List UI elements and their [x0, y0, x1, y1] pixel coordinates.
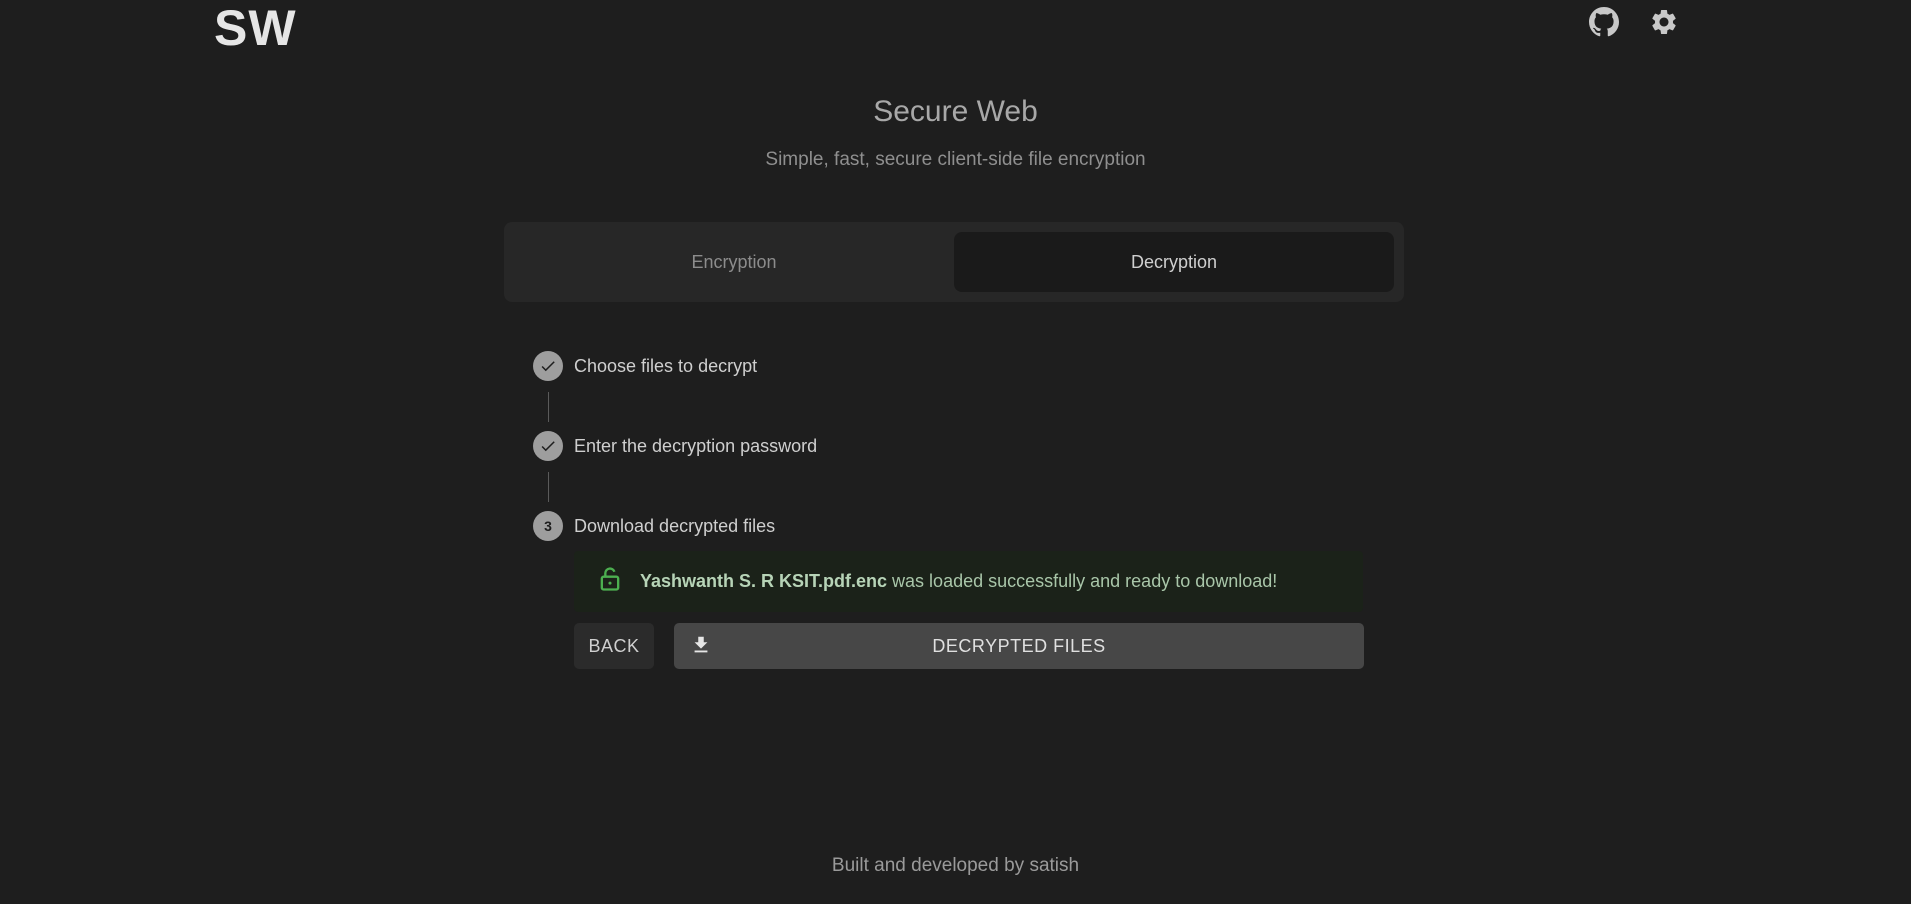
app-page: SW Secure Web Simple, fast, secure clien… [0, 0, 1911, 904]
download-icon [690, 634, 712, 661]
check-icon [533, 431, 563, 461]
check-icon [533, 351, 563, 381]
page-subtitle: Simple, fast, secure client-side file en… [765, 149, 1146, 170]
app-logo[interactable]: SW [214, 0, 297, 56]
tab-encryption[interactable]: Encryption [514, 232, 954, 292]
github-icon[interactable] [1588, 6, 1620, 38]
mode-tabs: Encryption Decryption [504, 222, 1404, 302]
lock-open-icon [596, 565, 624, 598]
step-label: Choose files to decrypt [574, 355, 758, 376]
step-label: Download decrypted files [574, 515, 776, 536]
alert-message: Yashwanth S. R KSIT.pdf.enc was loaded s… [640, 571, 1277, 592]
footer-credit: Built and developed by satish [831, 855, 1080, 876]
step-number: 3 [533, 511, 563, 541]
tab-decryption[interactable]: Decryption [954, 232, 1394, 292]
alert-text: was loaded successfully and ready to dow… [887, 571, 1278, 591]
alert-filename: Yashwanth S. R KSIT.pdf.enc [640, 571, 888, 591]
step-enter-password: Enter the decryption password [533, 431, 817, 461]
step-connector [548, 392, 549, 422]
step-download: 3 Download decrypted files [533, 511, 775, 541]
step-connector [548, 472, 549, 502]
download-button-label: DECRYPTED FILES [932, 635, 1106, 656]
page-title: Secure Web [873, 95, 1038, 128]
step-label: Enter the decryption password [574, 435, 818, 456]
gear-icon[interactable] [1648, 6, 1680, 38]
back-button[interactable]: BACK [574, 623, 654, 669]
success-alert: Yashwanth S. R KSIT.pdf.enc was loaded s… [574, 551, 1363, 612]
download-decrypted-files-button[interactable]: DECRYPTED FILES [674, 623, 1364, 669]
step-choose-files: Choose files to decrypt [533, 351, 757, 381]
